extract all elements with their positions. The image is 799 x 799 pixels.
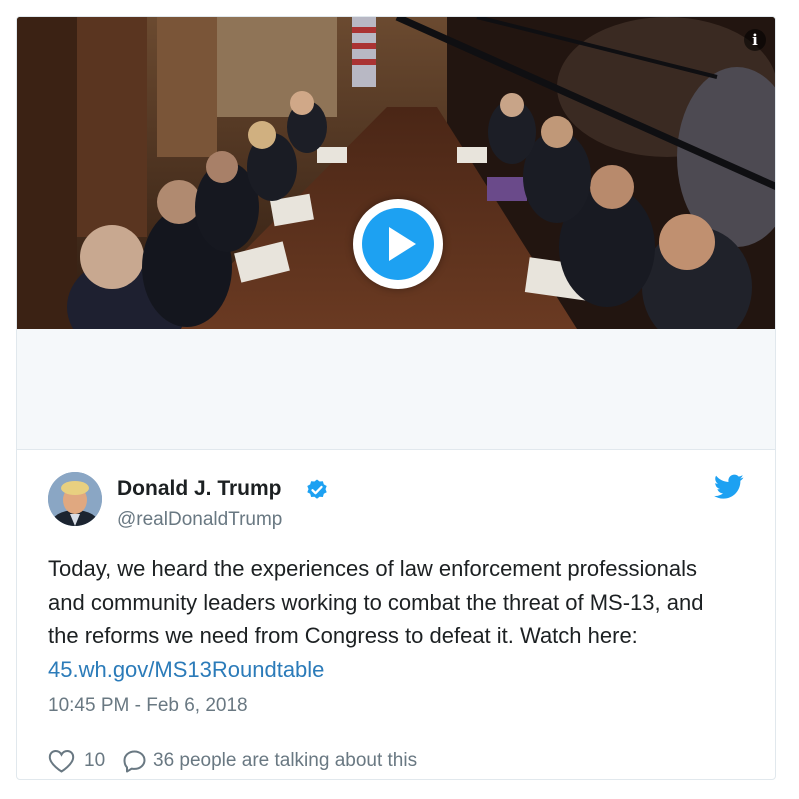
tweet-text: Today, we heard the experiences of law e… <box>48 552 728 686</box>
tweet-body: Donald J. Trump @realDonaldTrump Today, … <box>17 449 775 779</box>
timestamp-link[interactable]: 10:45 PM - Feb 6, 2018 <box>48 695 248 717</box>
verified-badge-icon <box>307 479 327 499</box>
reply-icon[interactable] <box>122 749 147 773</box>
conversation-link[interactable]: 36 people are talking about this <box>153 750 417 772</box>
display-name[interactable]: Donald J. Trump <box>117 477 282 501</box>
play-button[interactable] <box>353 199 443 289</box>
like-count[interactable]: 10 <box>84 750 105 772</box>
video-thumbnail[interactable]: i <box>17 17 775 329</box>
info-icon[interactable]: i <box>744 29 766 51</box>
play-button-circle <box>362 208 434 280</box>
video-media[interactable]: i <box>17 17 775 449</box>
embedded-tweet-card: i Donald J. Trump @realDonaldTrump Today… <box>16 16 776 780</box>
tweet-text-content: Today, we heard the experiences of law e… <box>48 556 704 648</box>
avatar[interactable] <box>48 472 102 526</box>
user-handle[interactable]: @realDonaldTrump <box>117 509 282 531</box>
play-icon <box>389 227 416 261</box>
twitter-bird-icon[interactable] <box>714 474 744 500</box>
tweet-link[interactable]: 45.wh.gov/MS13Roundtable <box>48 657 324 682</box>
avatar-image <box>48 472 102 526</box>
heart-icon[interactable] <box>48 749 75 773</box>
